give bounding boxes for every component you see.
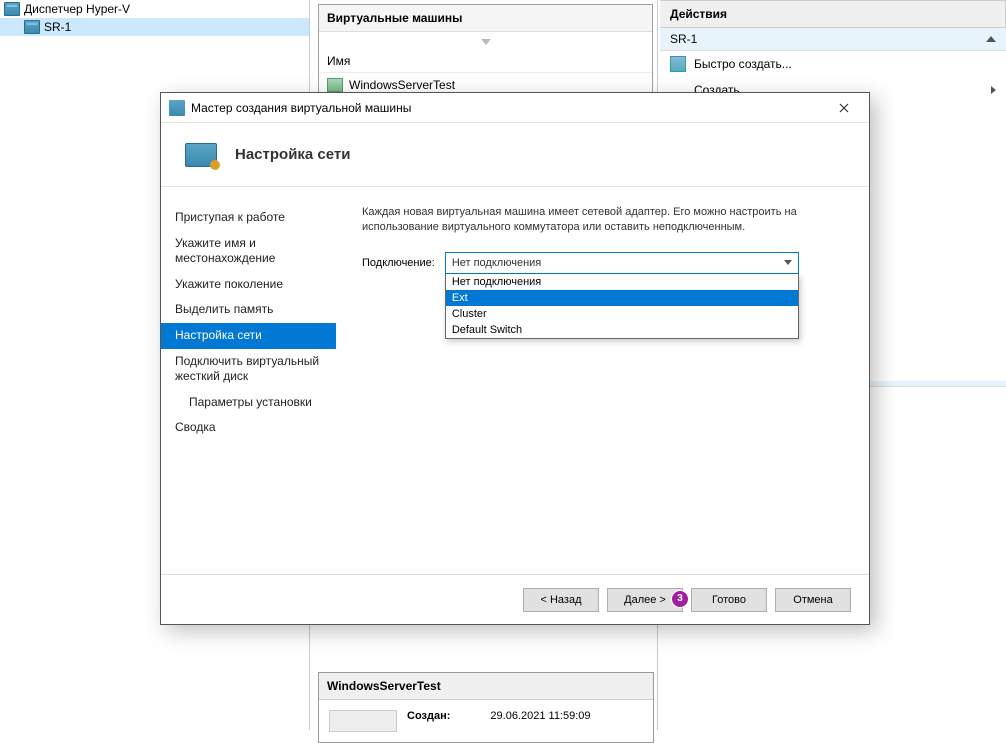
vm-name: WindowsServerTest: [349, 78, 455, 92]
finish-button[interactable]: Готово: [691, 588, 767, 612]
vm-detail-title: WindowsServerTest: [319, 673, 653, 700]
wizard-page-title: Настройка сети: [235, 146, 350, 163]
wizard-footer: < Назад Далее > 3 Готово Отмена: [161, 574, 869, 624]
wizard-nav: Приступая к работе Укажите имя и местона…: [161, 187, 336, 574]
vm-icon: [327, 78, 343, 92]
nav-installation-options[interactable]: Параметры установки: [161, 390, 336, 416]
collapse-icon: [986, 36, 996, 42]
chevron-down-icon: [784, 260, 792, 265]
nav-connect-vhd[interactable]: Подключить виртуальный жесткий диск: [161, 349, 336, 390]
actions-node-label: SR-1: [670, 32, 697, 46]
connection-combobox[interactable]: Нет подключения Нет подключения Ext Clus…: [445, 252, 799, 274]
content-description: Каждая новая виртуальная машина имеет се…: [362, 205, 843, 236]
hyperv-manager-icon: [4, 2, 20, 16]
annotation-badge-3: 3: [671, 590, 689, 608]
created-label: Создан:: [407, 710, 450, 732]
nav-specify-name[interactable]: Укажите имя и местонахождение: [161, 231, 336, 272]
combo-option-none[interactable]: Нет подключения: [446, 274, 798, 290]
vm-thumbnail: [329, 710, 397, 732]
combo-selected: Нет подключения: [452, 257, 541, 269]
combo-option-cluster[interactable]: Cluster: [446, 306, 798, 322]
connection-label: Подключение:: [362, 257, 435, 269]
wizard-page-header: Настройка сети: [161, 123, 869, 187]
nav-specify-generation[interactable]: Укажите поколение: [161, 272, 336, 298]
cancel-button[interactable]: Отмена: [775, 588, 851, 612]
nav-configure-networking[interactable]: Настройка сети: [161, 323, 336, 349]
vm-panel-title: Виртуальные машины: [319, 5, 652, 32]
wizard-titlebar[interactable]: Мастер создания виртуальной машины: [161, 93, 869, 123]
tree-node-sr1[interactable]: SR-1: [0, 18, 309, 36]
tree-node-label: SR-1: [44, 20, 71, 34]
tree-root-label: Диспетчер Hyper-V: [24, 2, 130, 16]
wizard-title-icon: [169, 100, 185, 116]
submenu-caret-icon: [991, 86, 996, 94]
wizard-header-icon: [185, 143, 217, 167]
vm-detail-panel: WindowsServerTest Создан: 29.06.2021 11:…: [318, 672, 654, 743]
quick-create-icon: [670, 56, 686, 72]
close-icon: [839, 103, 849, 113]
sort-indicator-icon: [481, 39, 491, 45]
tree-root[interactable]: Диспетчер Hyper-V: [0, 0, 309, 18]
combo-option-ext[interactable]: Ext: [446, 290, 798, 306]
server-icon: [24, 20, 40, 34]
close-button[interactable]: [827, 97, 861, 119]
wizard-window-title: Мастер создания виртуальной машины: [191, 101, 411, 115]
back-button[interactable]: < Назад: [523, 588, 599, 612]
vm-wizard-dialog: Мастер создания виртуальной машины Настр…: [160, 92, 870, 625]
action-quick-create-label: Быстро создать...: [694, 57, 792, 71]
actions-title: Действия: [660, 0, 1006, 28]
nav-before-you-begin[interactable]: Приступая к работе: [161, 205, 336, 231]
combo-display: Нет подключения: [445, 252, 799, 274]
combo-option-default-switch[interactable]: Default Switch: [446, 322, 798, 338]
actions-node-header[interactable]: SR-1: [660, 28, 1006, 51]
nav-assign-memory[interactable]: Выделить память: [161, 297, 336, 323]
nav-summary[interactable]: Сводка: [161, 415, 336, 441]
combo-dropdown: Нет подключения Ext Cluster Default Swit…: [445, 274, 799, 339]
vm-column-name[interactable]: Имя: [319, 50, 652, 73]
wizard-content: Каждая новая виртуальная машина имеет се…: [336, 187, 869, 574]
action-quick-create[interactable]: Быстро создать...: [660, 51, 1006, 77]
created-value: 29.06.2021 11:59:09: [490, 710, 590, 732]
